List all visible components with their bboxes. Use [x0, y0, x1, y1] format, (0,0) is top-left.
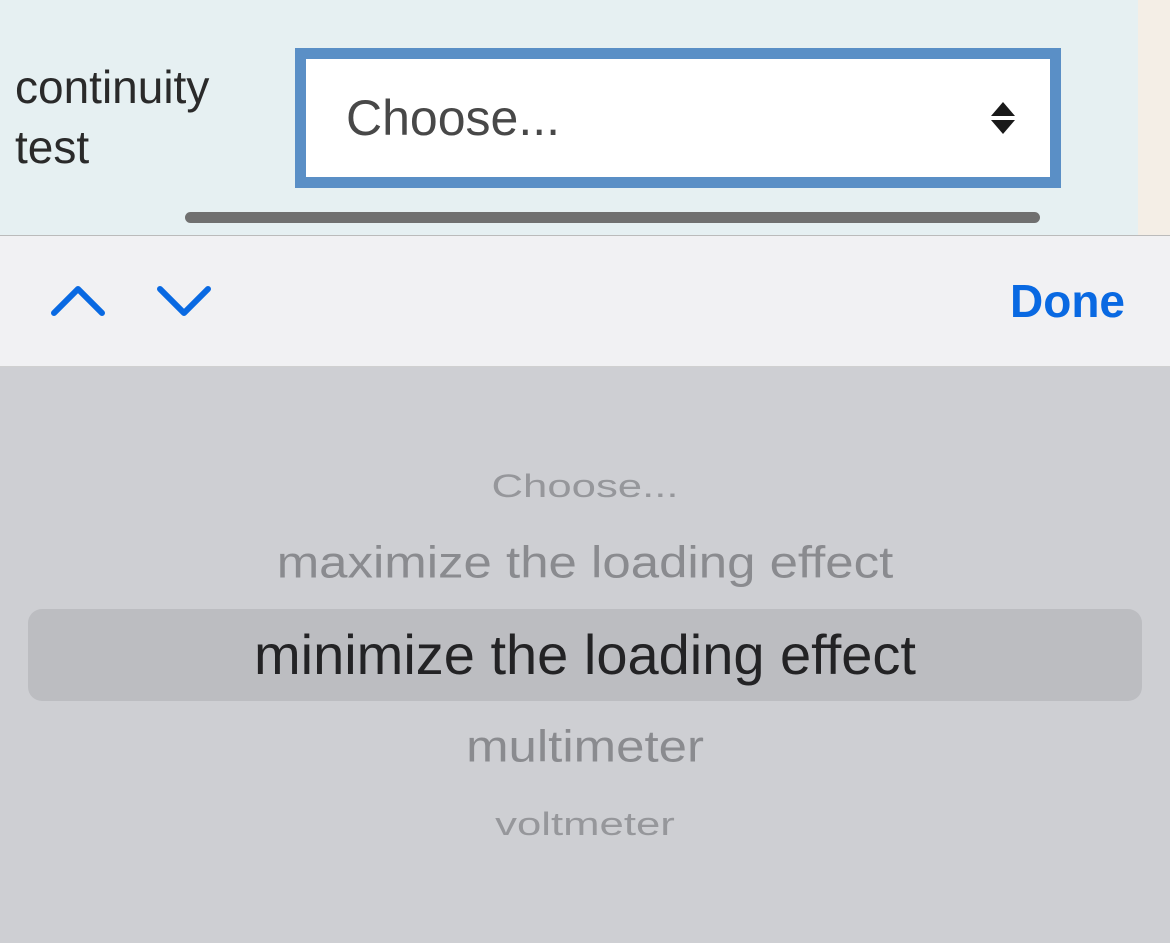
- select-wrapper: Choose...: [295, 48, 1061, 188]
- done-button[interactable]: Done: [1010, 274, 1125, 328]
- select-sort-icon: [991, 102, 1015, 134]
- select-placeholder-text: Choose...: [346, 89, 560, 147]
- field-label: continuity test: [15, 58, 275, 178]
- form-row: continuity test Choose...: [0, 0, 1170, 236]
- picker-option-selected[interactable]: minimize the loading effect: [28, 609, 1142, 701]
- horizontal-scrollbar[interactable]: [185, 212, 1040, 223]
- picker-option[interactable]: Choose...: [29, 460, 1141, 512]
- right-margin-strip: [1138, 0, 1170, 235]
- picker-option[interactable]: multimeter: [12, 713, 1159, 781]
- keyboard-toolbar: Done: [0, 236, 1170, 367]
- picker-option[interactable]: maximize the loading effect: [12, 529, 1159, 597]
- next-field-icon[interactable]: [156, 283, 212, 319]
- picker-wheel-container[interactable]: Choose... maximize the loading effect mi…: [0, 367, 1170, 943]
- field-navigation: [50, 283, 212, 319]
- picker-wheel[interactable]: Choose... maximize the loading effect mi…: [0, 449, 1170, 861]
- previous-field-icon[interactable]: [50, 283, 106, 319]
- picker-option[interactable]: voltmeter: [29, 798, 1141, 850]
- select-dropdown[interactable]: Choose...: [295, 48, 1061, 188]
